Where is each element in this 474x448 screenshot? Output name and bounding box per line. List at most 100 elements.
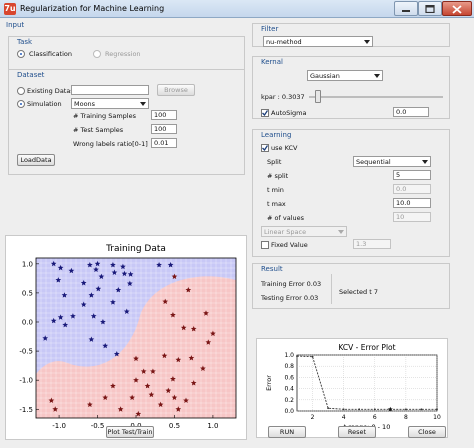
error-y-label: Error (265, 375, 273, 391)
close-icon (452, 5, 462, 14)
test-samples-label: # Test Samples (73, 126, 124, 134)
tmax-input[interactable]: 10.0 (393, 198, 431, 208)
error-y-tick-label: 0.4 (284, 386, 294, 393)
learning-panel: Learning use KCV Split Sequential # spli… (252, 129, 450, 257)
window-titlebar: 7u Regularization for Machine Learning (0, 0, 474, 18)
maximize-button[interactable] (418, 1, 442, 16)
chart-title: Training Data (105, 244, 166, 254)
training-error-text: Training Error 0.03 (261, 280, 322, 288)
tmin-label: t min (267, 186, 284, 194)
error-x-tick-label: 2 (311, 414, 315, 421)
autosigma-input[interactable]: 0.0 (393, 107, 429, 117)
check-icon (262, 145, 268, 151)
filter-panel: Filter nu-method (252, 23, 450, 47)
filter-method-select[interactable]: nu-method (263, 36, 373, 47)
fixed-value-input[interactable]: 1.3 (353, 239, 391, 249)
run-button[interactable]: RUN (268, 426, 306, 438)
existing-dataset-path-input[interactable] (71, 85, 149, 95)
existing-dataset-radio[interactable] (17, 87, 25, 95)
use-kcv-checkbox[interactable] (261, 144, 269, 152)
nvalues-label: # of values (267, 214, 304, 222)
nsplit-label: # split (267, 172, 289, 180)
kpar-slider-thumb[interactable] (315, 90, 322, 103)
app-icon: 7u (4, 3, 16, 15)
minimize-icon (402, 10, 410, 12)
chevron-down-icon (338, 230, 344, 234)
classification-radio[interactable] (17, 50, 25, 58)
minimize-button[interactable] (394, 1, 418, 16)
split-label: Split (267, 158, 282, 166)
close-button[interactable]: Close (408, 426, 446, 438)
error-point (404, 408, 407, 411)
grid (36, 258, 236, 418)
dataset-label: Dataset (17, 71, 45, 79)
training-data-chart: Training Data-1.0-0.50.00.51.01.00.50.0-… (19, 244, 237, 430)
kernel-type-select[interactable]: Gaussian (307, 70, 383, 81)
chevron-down-icon (140, 102, 146, 106)
error-x-tick-label: 4 (342, 414, 346, 421)
split-select[interactable]: Sequential (353, 156, 431, 167)
x-tick-label: -1.0 (52, 422, 66, 430)
error-point (311, 355, 314, 358)
space-select[interactable]: Linear Space (261, 226, 347, 237)
x-tick-label: 0.5 (169, 422, 180, 430)
load-data-button[interactable]: LoadData (17, 154, 55, 166)
error-x-tick-label: 6 (373, 414, 377, 421)
check-icon (262, 110, 268, 116)
regression-label: Regression (105, 50, 141, 58)
plot-test-train-button[interactable]: Plot Test/Train (106, 426, 154, 438)
simulation-type-select[interactable]: Moons (71, 98, 149, 109)
window-close-button[interactable] (442, 1, 472, 16)
training-data-plot-panel: Training Data-1.0-0.50.00.51.01.00.50.0-… (5, 235, 247, 440)
kcv-error-plot-panel: KCV - Error Plot 2 4 6 8 10 1.0 0.8 0.6 0.4 0.2 0.0… (256, 338, 448, 438)
filter-method-value: nu-method (266, 38, 302, 46)
space-value: Linear Space (264, 228, 307, 236)
selected-t-text: Selected t 7 (339, 288, 378, 296)
y-tick-label: -0.5 (19, 348, 33, 356)
tmin-input[interactable]: 0.0 (393, 184, 431, 194)
training-samples-input[interactable]: 100 (151, 110, 177, 120)
testing-error-text: Testing Error 0.03 (261, 294, 319, 302)
maximize-icon (425, 5, 435, 13)
x-tick-label: -0.5 (91, 422, 105, 430)
training-samples-label: # Training Samples (73, 112, 136, 120)
kernel-label: Kernal (261, 58, 283, 66)
dataset-panel: Dataset Existing Dataset Browse Simulati… (8, 69, 245, 175)
kpar-slider[interactable] (309, 90, 443, 103)
chevron-down-icon (422, 160, 428, 164)
simulation-radio[interactable] (17, 100, 25, 108)
wrong-labels-input[interactable]: 0.01 (151, 138, 177, 148)
y-tick-label: -1.5 (19, 406, 33, 414)
y-tick-label: 0.0 (22, 319, 33, 327)
kcv-error-chart: KCV - Error Plot 2 4 6 8 10 1.0 0.8 0.6 0.4 0.2 0.0… (265, 343, 441, 431)
regression-radio[interactable] (93, 50, 101, 58)
task-label: Task (17, 38, 33, 46)
fixed-value-label: Fixed Value (271, 241, 308, 249)
tmax-label: t max (267, 200, 286, 208)
test-samples-input[interactable]: 100 (151, 124, 177, 134)
error-point (358, 408, 361, 411)
window-title: Regularization for Machine Learning (20, 4, 165, 13)
kernel-panel: Kernal Gaussian kpar : 0.3037 AutoSigma … (252, 56, 450, 119)
error-y-tick-label: 0.2 (284, 397, 294, 404)
fixed-value-checkbox[interactable] (261, 241, 269, 249)
split-value: Sequential (356, 158, 391, 166)
error-y-tick-label: 1.0 (284, 352, 294, 359)
error-point (296, 355, 298, 358)
y-tick-label: 1.0 (22, 260, 33, 268)
nvalues-input[interactable]: 10 (393, 212, 431, 222)
y-tick-label: -1.0 (19, 377, 33, 385)
error-point (420, 408, 423, 411)
wrong-labels-label: Wrong labels ratio[0-1] (73, 140, 148, 148)
autosigma-checkbox[interactable] (261, 109, 269, 117)
error-plot-frame (296, 354, 438, 412)
nsplit-input[interactable]: 5 (393, 170, 431, 180)
error-chart-title: KCV - Error Plot (338, 343, 395, 352)
error-point (342, 408, 345, 411)
kernel-type-value: Gaussian (310, 72, 340, 80)
error-y-tick-label: 0.8 (284, 363, 294, 370)
browse-button[interactable]: Browse (157, 84, 195, 96)
y-tick-label: 0.5 (22, 289, 33, 297)
result-label: Result (261, 265, 283, 273)
reset-button[interactable]: Reset (338, 426, 376, 438)
